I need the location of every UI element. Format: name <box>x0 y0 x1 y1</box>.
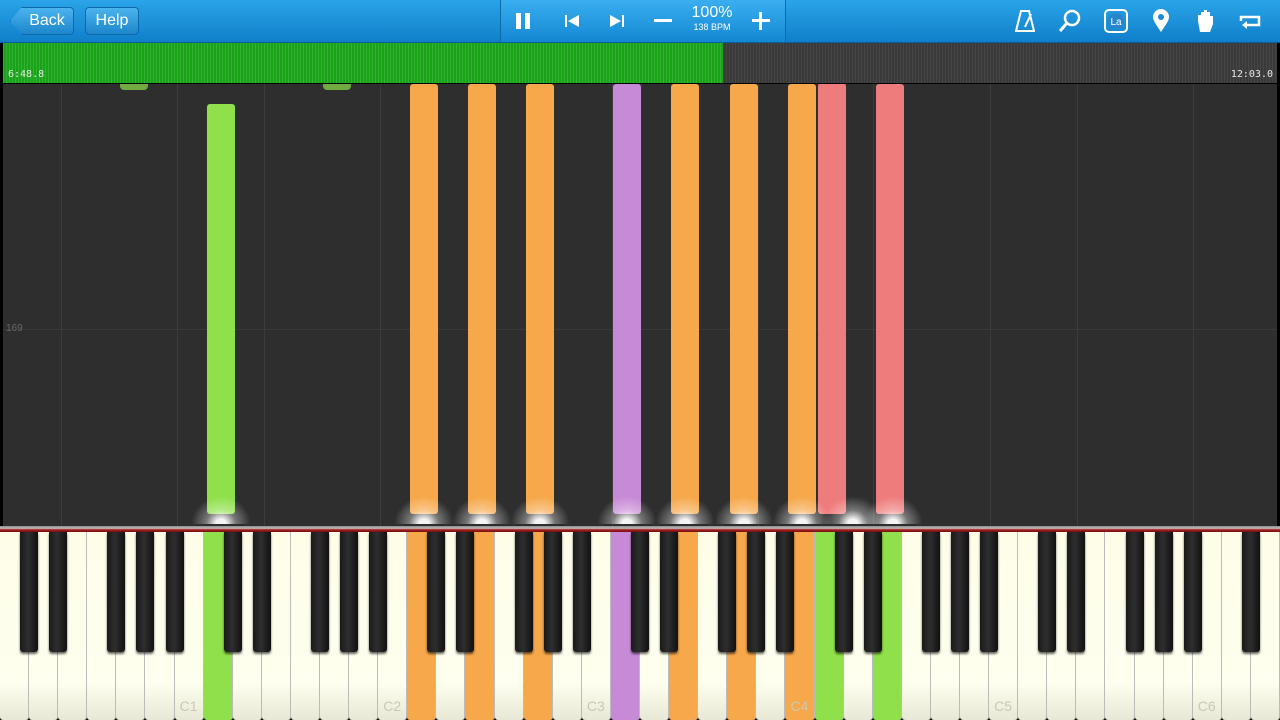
metronome-icon[interactable] <box>1005 0 1045 42</box>
note-hit-splash <box>394 496 454 524</box>
piano-black-key[interactable] <box>951 532 969 652</box>
svg-text:La: La <box>1110 17 1122 28</box>
note-field: 169 <box>3 84 1277 526</box>
grid-line <box>177 84 178 526</box>
piano-keyboard[interactable]: C1 C2 C3 C4 C5 C6 <box>0 532 1280 720</box>
piano-black-key[interactable] <box>427 532 446 652</box>
minus-icon[interactable] <box>643 0 683 42</box>
note-hit-splash <box>452 496 512 524</box>
song-progress-bar[interactable]: 6:48.8 12:03.0 <box>3 43 1277 83</box>
falling-note-green <box>207 104 235 514</box>
piano-black-key[interactable] <box>1154 532 1173 652</box>
grid-line <box>758 84 759 526</box>
loop-icon[interactable] <box>1230 0 1270 42</box>
piano-black-key[interactable] <box>1038 532 1057 652</box>
piano-black-key[interactable] <box>136 532 155 652</box>
piano-black-key[interactable] <box>311 532 329 652</box>
tempo-bpm: 138 BPM <box>693 22 731 32</box>
help-button[interactable]: Help <box>85 7 139 35</box>
note-hit-splash <box>714 496 774 524</box>
grid-line <box>873 84 874 526</box>
note-tail <box>818 84 846 90</box>
piano-black-key[interactable] <box>340 532 359 652</box>
grid-line <box>1193 84 1194 526</box>
progress-fill <box>3 43 723 83</box>
piano-black-key[interactable] <box>631 532 649 652</box>
speed-percent: 100% <box>691 4 733 21</box>
magnifier-icon[interactable] <box>1050 0 1090 42</box>
piano-black-key[interactable] <box>514 532 533 652</box>
piano-black-key[interactable] <box>718 532 737 652</box>
note-tail <box>120 84 148 90</box>
key-label: C6 <box>1197 698 1216 714</box>
falling-note-orange <box>730 84 758 514</box>
piano-black-key[interactable] <box>1125 532 1144 652</box>
piano-black-key[interactable] <box>223 532 242 652</box>
piano-black-key[interactable] <box>980 532 999 652</box>
note-hit-splash <box>191 496 251 524</box>
total-time: 12:03.0 <box>1230 69 1273 80</box>
grid-line <box>990 84 991 526</box>
note-hit-splash <box>655 496 715 524</box>
falling-note-orange <box>410 84 438 514</box>
key-label: C2 <box>383 698 402 714</box>
next-icon[interactable] <box>597 0 637 42</box>
toolbar: Back Help 100% 138 BPM La <box>0 0 1280 43</box>
note-hit-splash <box>597 496 657 524</box>
note-hit-splash <box>510 496 570 524</box>
key-label: C5 <box>994 698 1013 714</box>
key-label: C1 <box>179 698 198 714</box>
piano-black-key[interactable] <box>660 532 679 652</box>
pause-icon[interactable] <box>503 0 543 42</box>
previous-icon[interactable] <box>552 0 592 42</box>
piano-black-key[interactable] <box>20 532 39 652</box>
grid-line <box>61 84 62 526</box>
piano-black-key[interactable] <box>1241 532 1260 652</box>
elapsed-time: 6:48.8 <box>8 69 45 80</box>
plus-icon[interactable] <box>741 0 781 42</box>
piano-black-key[interactable] <box>369 532 388 652</box>
piano-black-key[interactable] <box>834 532 853 652</box>
piano-black-key[interactable] <box>776 532 795 652</box>
back-button[interactable]: Back <box>10 7 74 35</box>
piano-black-key[interactable] <box>543 532 562 652</box>
falling-note-red <box>876 84 904 514</box>
falling-note-purple <box>613 84 641 514</box>
measure-number: 169 <box>6 323 23 334</box>
grid-line <box>1077 84 1078 526</box>
grid-line <box>264 84 265 526</box>
piano-black-key[interactable] <box>747 532 766 652</box>
hand-icon[interactable] <box>1186 0 1226 42</box>
note-label-icon[interactable]: La <box>1096 0 1136 42</box>
speed-display: 100% 138 BPM <box>686 5 738 33</box>
key-label: C4 <box>790 698 809 714</box>
note-tail <box>323 84 351 90</box>
note-hit-splash <box>863 496 923 524</box>
falling-note-orange <box>788 84 816 514</box>
piano-black-key[interactable] <box>165 532 184 652</box>
piano-black-key[interactable] <box>863 532 882 652</box>
grid-line <box>380 84 381 526</box>
falling-note-orange <box>671 84 699 514</box>
piano-black-key[interactable] <box>456 532 475 652</box>
marker-icon[interactable] <box>1141 0 1181 42</box>
piano-black-key[interactable] <box>921 532 940 652</box>
piano-black-key[interactable] <box>1183 532 1202 652</box>
falling-note-red <box>818 84 846 514</box>
synthesia-app: Back Help 100% 138 BPM La 6:48.8 12:03.0… <box>0 0 1280 720</box>
falling-note-orange <box>526 84 554 514</box>
piano-black-key[interactable] <box>1067 532 1086 652</box>
piano-black-key[interactable] <box>49 532 68 652</box>
falling-note-orange <box>468 84 496 514</box>
piano-black-key[interactable] <box>572 532 591 652</box>
piano-black-key[interactable] <box>252 532 271 652</box>
piano-black-key[interactable] <box>107 532 126 652</box>
key-label: C3 <box>586 698 605 714</box>
